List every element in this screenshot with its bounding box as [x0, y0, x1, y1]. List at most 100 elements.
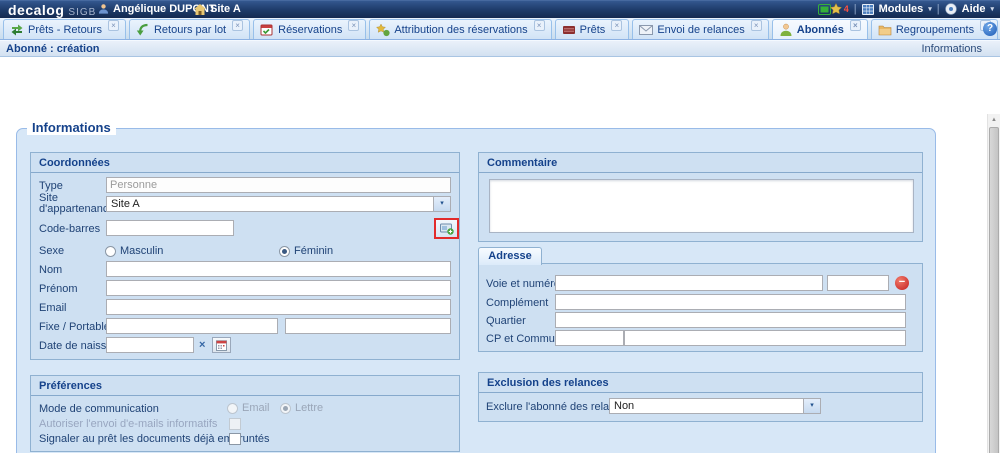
favorites-count-badge: 4 [844, 4, 849, 14]
app-logo: decalogSIGB [8, 2, 96, 18]
generate-barcode-button[interactable] [434, 218, 459, 239]
remove-address-icon[interactable]: − [895, 276, 909, 290]
nom-label: Nom [39, 264, 62, 276]
cp-field[interactable] [555, 330, 624, 346]
close-tab-icon[interactable]: × [850, 20, 861, 31]
card-add-icon [440, 223, 454, 235]
autoriser-emails-label: Autoriser l'envoi d'e-mails informatifs [39, 418, 217, 430]
site-appartenance-label: Site d'appartenance [39, 193, 109, 215]
scrollbar-thumb[interactable] [989, 127, 999, 453]
autoriser-emails-checkbox [229, 418, 241, 430]
type-field [106, 177, 451, 193]
complement-field[interactable] [555, 294, 906, 310]
close-tab-icon[interactable]: × [348, 20, 359, 31]
topbar: decalogSIGB Angélique DUPONT Site A 4 | [0, 0, 1000, 18]
commentaire-header: Commentaire [479, 153, 922, 173]
commune-field[interactable] [624, 330, 906, 346]
subscribers-icon [779, 23, 793, 37]
fixe-field[interactable] [106, 318, 278, 334]
voie-field[interactable] [555, 275, 823, 291]
topbar-menu: 4 | Modules ▾ | Aide ▾ [830, 3, 994, 15]
logo-text: decalog [8, 2, 64, 18]
separator: | [854, 3, 857, 15]
prenom-label: Prénom [39, 283, 78, 295]
adresse-box: Voie et numéro − Complément Quartier CP … [478, 263, 923, 352]
tab-retours-par-lot[interactable]: Retours par lot × [129, 19, 250, 39]
date-naissance-field[interactable] [106, 337, 194, 353]
decalog-sigb-window: decalogSIGB Angélique DUPONT Site A 4 | [0, 0, 1000, 453]
help-icon[interactable]: ? [983, 22, 997, 36]
separator: | [937, 3, 940, 15]
tab-attribution-reservations[interactable]: Attribution des réservations × [369, 19, 551, 39]
tab-adresse[interactable]: Adresse [478, 247, 542, 265]
portable-field[interactable] [285, 318, 451, 334]
chevron-down-icon[interactable]: ▾ [433, 197, 450, 211]
modules-menu[interactable]: Modules [879, 3, 924, 15]
code-barres-label: Code-barres [39, 223, 100, 235]
loan-return-icon [10, 23, 24, 37]
tab-abonnes[interactable]: Abonnés × [772, 19, 868, 39]
breadcrumb: Abonné : création Informations [0, 40, 1000, 57]
tab-reservations[interactable]: Réservations × [253, 19, 366, 39]
page-title: Abonné : création [6, 43, 100, 55]
nom-field[interactable] [106, 261, 451, 277]
close-tab-icon[interactable]: × [232, 20, 243, 31]
favorites-star-icon[interactable] [830, 3, 842, 15]
type-label: Type [39, 180, 63, 192]
current-site: Site A [194, 3, 241, 15]
radio-masculin[interactable] [105, 246, 116, 257]
coordonnees-header: Coordonnées [31, 153, 459, 173]
tab-envoi-relances[interactable]: Envoi de relances × [632, 19, 768, 39]
chevron-down-icon[interactable]: ▾ [803, 399, 820, 413]
close-tab-icon[interactable]: × [534, 20, 545, 31]
user-icon [98, 3, 109, 15]
chevron-down-icon: ▾ [990, 5, 994, 13]
calendar-picker-button[interactable] [212, 337, 231, 353]
site-appartenance-value: Site A [107, 197, 433, 211]
signaler-pret-checkbox[interactable] [229, 433, 241, 445]
home-icon [194, 4, 206, 15]
tab-label: Abonnés [797, 24, 844, 36]
tab-label: Prêts - Retours [28, 24, 102, 36]
exclure-relances-select[interactable]: Non ▾ [609, 398, 821, 414]
main-content: Informations Coordonnées Type Site d'app… [0, 57, 1000, 453]
prenom-field[interactable] [106, 280, 451, 296]
close-tab-icon[interactable]: × [108, 20, 119, 31]
scroll-up-icon[interactable]: ▲ [988, 114, 1000, 126]
numero-field[interactable] [827, 275, 889, 291]
close-tab-icon[interactable]: × [611, 20, 622, 31]
voie-numero-label: Voie et numéro [486, 278, 560, 290]
quartier-label: Quartier [486, 315, 526, 327]
code-barres-field[interactable] [106, 220, 234, 236]
tab-prets[interactable]: Prêts × [555, 19, 630, 39]
groups-icon [878, 23, 892, 37]
radio-email [227, 403, 238, 414]
tab-regroupements[interactable]: Regroupements × [871, 19, 998, 39]
coordonnees-box: Coordonnées Type Site d'appartenance Sit… [30, 152, 460, 360]
tab-label: Envoi de relances [657, 24, 744, 36]
tab-prets-retours[interactable]: Prêts - Retours × [3, 19, 126, 39]
radio-email-label: Email [242, 402, 270, 414]
reminders-icon [639, 23, 653, 37]
complement-label: Complément [486, 297, 548, 309]
quartier-field[interactable] [555, 312, 906, 328]
vertical-scrollbar[interactable]: ▲ ▼ [987, 114, 1000, 453]
exclusion-header: Exclusion des relances [479, 373, 922, 393]
tab-strip: Prêts - Retours × Retours par lot × Rése… [3, 19, 1000, 39]
aide-menu[interactable]: Aide [962, 3, 986, 15]
commentaire-field[interactable] [489, 179, 914, 233]
site-appartenance-select[interactable]: Site A ▾ [106, 196, 451, 212]
tab-label: Regroupements [896, 24, 974, 36]
fieldset-legend: Informations [27, 120, 116, 135]
radio-feminin-label: Féminin [294, 245, 333, 257]
reservation-assignment-icon [376, 23, 390, 37]
email-field[interactable] [106, 299, 451, 315]
sexe-label: Sexe [39, 245, 64, 257]
clear-date-icon[interactable]: × [199, 339, 205, 351]
radio-feminin[interactable] [279, 246, 290, 257]
modules-grid-icon [862, 4, 874, 15]
preferences-header: Préférences [31, 376, 459, 396]
close-tab-icon[interactable]: × [751, 20, 762, 31]
tab-label: Attribution des réservations [394, 24, 527, 36]
loans-icon [562, 23, 576, 37]
